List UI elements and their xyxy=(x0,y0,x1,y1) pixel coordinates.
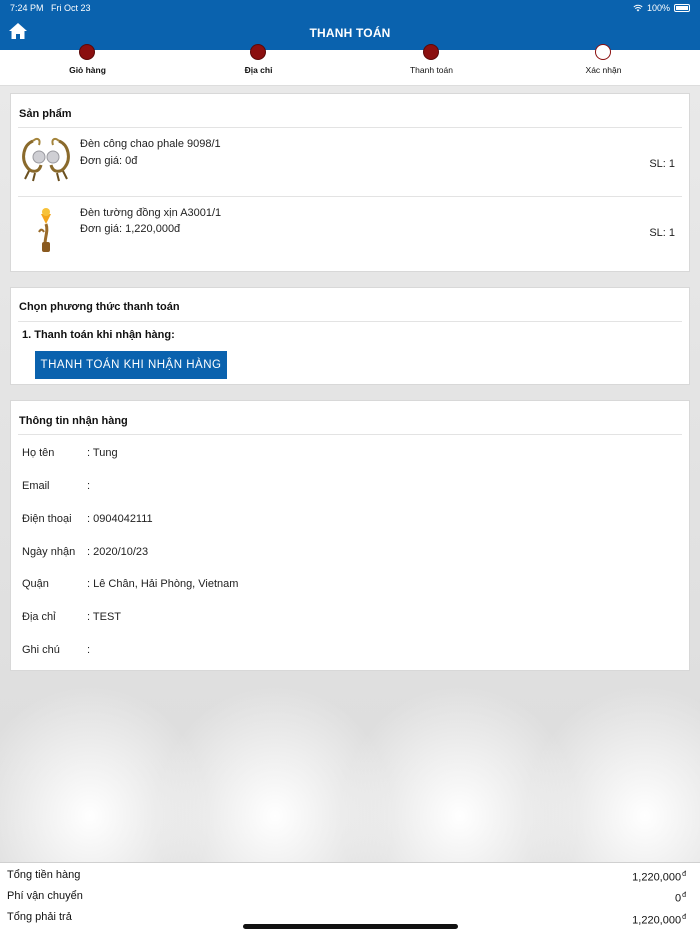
product-price: Đơn giá: 0đ xyxy=(80,155,138,167)
field-label-district: Quận xyxy=(22,578,49,590)
currency-symbol: đ xyxy=(682,914,686,921)
cod-payment-button[interactable]: THANH TOÁN KHI NHẬN HÀNG xyxy=(35,351,227,379)
step-label: Xác nhận xyxy=(585,65,622,75)
step-payment[interactable]: Thanh toán xyxy=(344,44,519,86)
divider xyxy=(18,127,682,128)
field-label-address: Địa chỉ xyxy=(22,611,56,623)
payment-card: Chọn phương thức thanh toán 1. Thanh toá… xyxy=(10,287,690,385)
subtotal-value: 1,220,000đ xyxy=(632,871,686,884)
divider xyxy=(18,321,682,322)
grand-total-label: Tổng phải trả xyxy=(7,911,72,923)
divider xyxy=(18,196,682,197)
field-value-name: : Tung xyxy=(87,447,118,459)
field-value-note: : xyxy=(87,644,91,656)
step-label: Thanh toán xyxy=(409,65,453,75)
field-value-email: : xyxy=(87,480,91,492)
field-value-district: : Lê Chân, Hải Phòng, Vietnam xyxy=(87,578,239,590)
wall-sconce-image xyxy=(38,208,51,252)
product-qty: SL: 1 xyxy=(649,227,675,239)
shipping-fee-label: Phí vận chuyển xyxy=(7,890,83,902)
field-label-email: Email xyxy=(22,480,50,492)
home-indicator[interactable] xyxy=(243,924,458,929)
step-done-indicator xyxy=(250,44,266,60)
payment-method-label: 1. Thanh toán khi nhận hàng: xyxy=(22,329,175,341)
step-cart[interactable]: Giỏ hàng xyxy=(0,44,175,86)
wall-lamp-pair-image xyxy=(22,137,70,182)
shipping-info-card: Thông tin nhận hàng Họ tên : Tung Email … xyxy=(10,400,690,671)
payment-title: Chọn phương thức thanh toán xyxy=(19,301,180,313)
field-label-receive-date: Ngày nhận xyxy=(22,546,76,558)
field-value-address: : TEST xyxy=(87,611,122,623)
wifi-icon xyxy=(633,4,643,12)
battery-percent: 100% xyxy=(646,3,670,13)
field-label-note: Ghi chú xyxy=(22,644,60,656)
field-label-phone: Điện thoại xyxy=(22,513,72,525)
divider xyxy=(18,434,682,435)
field-value-phone: : 0904042111 xyxy=(87,513,153,525)
subtotal-label: Tổng tiền hàng xyxy=(7,869,81,881)
product-qty: SL: 1 xyxy=(649,158,675,170)
app-header: 7:24 PM Fri Oct 23 100% THANH TOÁN xyxy=(0,0,700,50)
products-title: Sản phẩm xyxy=(19,108,72,120)
product-name: Đèn tường đồng xịn A3001/1 xyxy=(80,207,222,219)
field-label-name: Họ tên xyxy=(22,447,55,459)
checkout-steps: Giỏ hàng Địa chỉ Thanh toán Xác nhận xyxy=(0,44,700,86)
page-title: THANH TOÁN xyxy=(309,26,391,40)
status-bar: 7:24 PM Fri Oct 23 100% xyxy=(0,0,700,16)
product-name: Đèn công chao phale 9098/1 xyxy=(80,138,221,150)
grand-total-value: 1,220,000đ xyxy=(632,914,686,927)
status-right: 100% xyxy=(633,3,690,13)
step-address[interactable]: Địa chỉ xyxy=(171,44,346,86)
step-label: Địa chỉ xyxy=(244,65,273,75)
shipping-title: Thông tin nhận hàng xyxy=(19,415,128,427)
field-value-receive-date: : 2020/10/23 xyxy=(87,546,149,558)
products-card: Sản phẩm Đèn công chao phale 9098/1 Đơn … xyxy=(10,93,690,272)
step-label: Giỏ hàng xyxy=(69,65,106,75)
step-confirm[interactable]: Xác nhận xyxy=(516,44,691,86)
status-time: 7:24 PM Fri Oct 23 xyxy=(10,3,91,13)
currency-symbol: đ xyxy=(682,871,686,878)
currency-symbol: đ xyxy=(682,892,686,899)
shipping-fee-value: 0đ xyxy=(674,892,686,905)
step-done-indicator xyxy=(79,44,95,60)
battery-icon xyxy=(674,4,690,12)
product-price: Đơn giá: 1,220,000đ xyxy=(80,223,181,235)
step-done-indicator xyxy=(423,44,439,60)
step-pending-indicator xyxy=(595,44,611,60)
